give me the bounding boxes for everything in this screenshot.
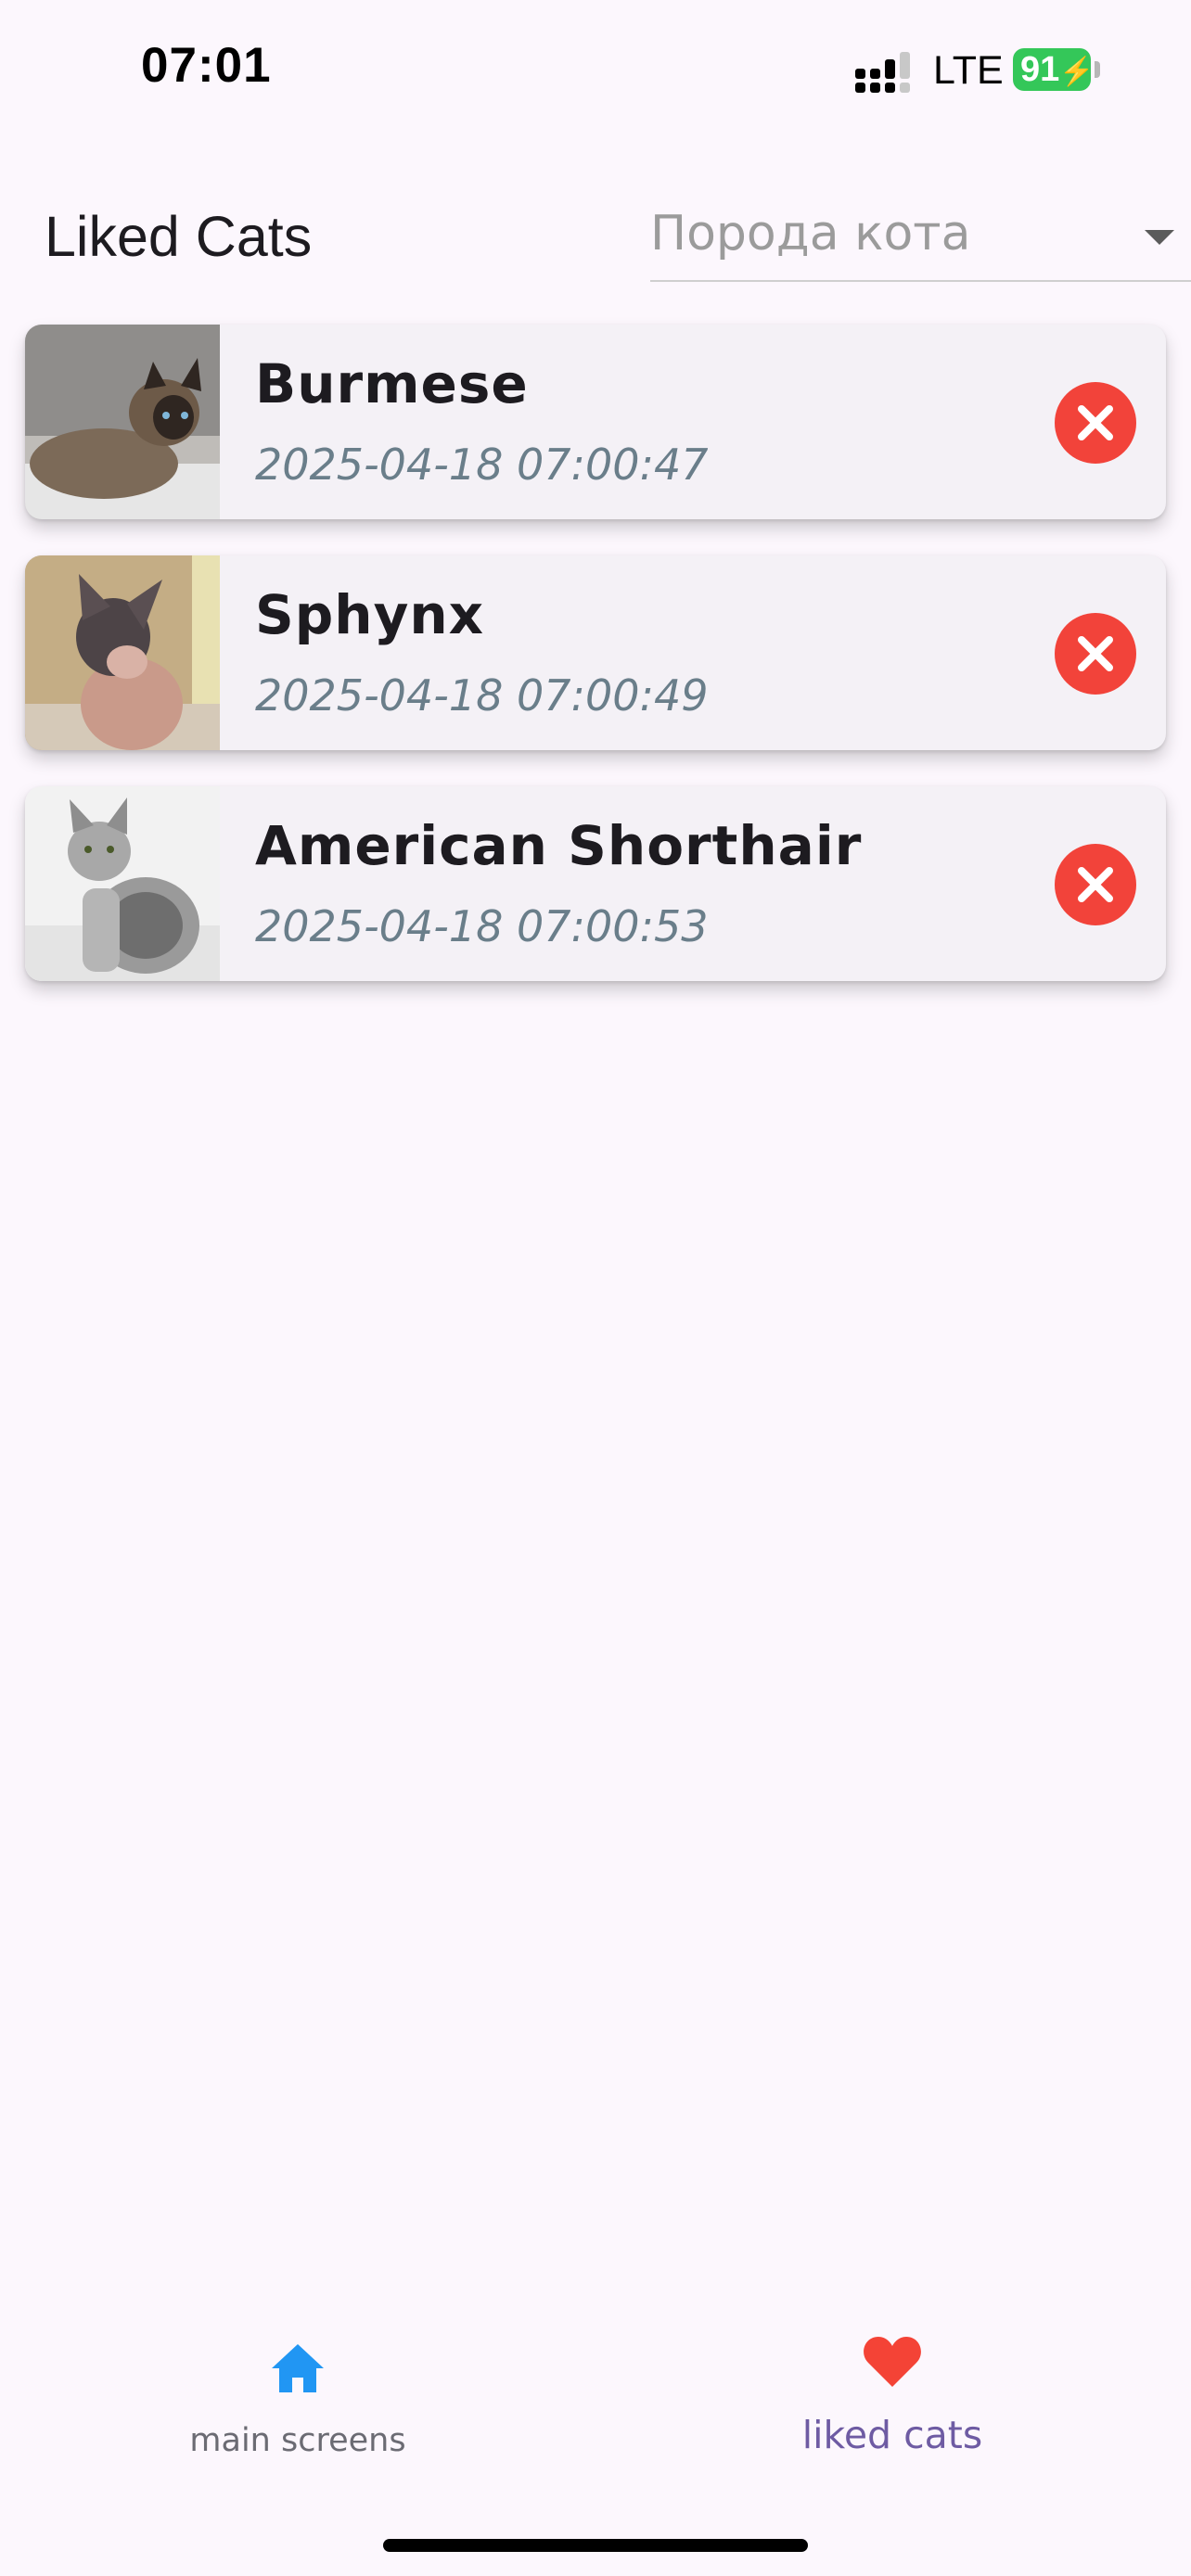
liked-cats-list: Burmese 2025-04-18 07:00:47 Sphynx 2025-… xyxy=(25,325,1166,1017)
status-time: 07:01 xyxy=(141,38,272,93)
sphynx-cat-photo xyxy=(25,555,220,750)
remove-liked-cat-button[interactable] xyxy=(1055,613,1136,695)
burmese-cat-photo xyxy=(25,325,220,519)
battery-level: 91 xyxy=(1020,50,1060,89)
status-bar: 07:01 LTE 91⚡ xyxy=(0,0,1191,139)
nav-label-liked-cats: liked cats xyxy=(801,2413,983,2457)
bottom-navigation-bar: main screens liked cats xyxy=(0,2300,1191,2485)
nav-item-liked-cats[interactable]: liked cats xyxy=(698,2300,1087,2485)
cat-liked-timestamp: 2025-04-18 07:00:49 xyxy=(255,670,709,721)
cat-liked-timestamp: 2025-04-18 07:00:53 xyxy=(255,901,709,951)
remove-liked-cat-button[interactable] xyxy=(1055,844,1136,925)
heart-icon xyxy=(864,2337,921,2387)
remove-liked-cat-button[interactable] xyxy=(1055,382,1136,464)
cat-breed-name: Sphynx xyxy=(255,583,485,646)
page-title: Liked Cats xyxy=(45,205,313,268)
cancel-circle-icon xyxy=(1078,867,1113,902)
cellular-signal-icon xyxy=(855,52,910,93)
home-icon xyxy=(272,2344,324,2392)
battery-icon: 91⚡ xyxy=(1013,48,1095,91)
cat-breed-name: Burmese xyxy=(255,352,529,415)
cancel-circle-icon xyxy=(1078,636,1113,671)
battery-tip xyxy=(1095,61,1100,78)
american-shorthair-cat-photo xyxy=(25,786,220,981)
liked-cat-card[interactable]: Sphynx 2025-04-18 07:00:49 xyxy=(25,555,1166,750)
cat-breed-name: American Shorthair xyxy=(255,814,863,877)
cancel-circle-icon xyxy=(1078,405,1113,440)
nav-label-main-screens: main screens xyxy=(189,2422,406,2459)
breed-dropdown-placeholder: Порода кота xyxy=(650,206,971,261)
breed-dropdown[interactable]: Порода кота xyxy=(650,204,1191,282)
nav-item-main-screens[interactable]: main screens xyxy=(103,2300,493,2485)
liked-cat-card[interactable]: American Shorthair 2025-04-18 07:00:53 xyxy=(25,786,1166,981)
dropdown-caret-icon xyxy=(1145,230,1174,245)
network-type: LTE xyxy=(933,48,1004,93)
home-indicator xyxy=(383,2539,808,2552)
liked-cat-card[interactable]: Burmese 2025-04-18 07:00:47 xyxy=(25,325,1166,519)
cat-liked-timestamp: 2025-04-18 07:00:47 xyxy=(255,440,709,490)
